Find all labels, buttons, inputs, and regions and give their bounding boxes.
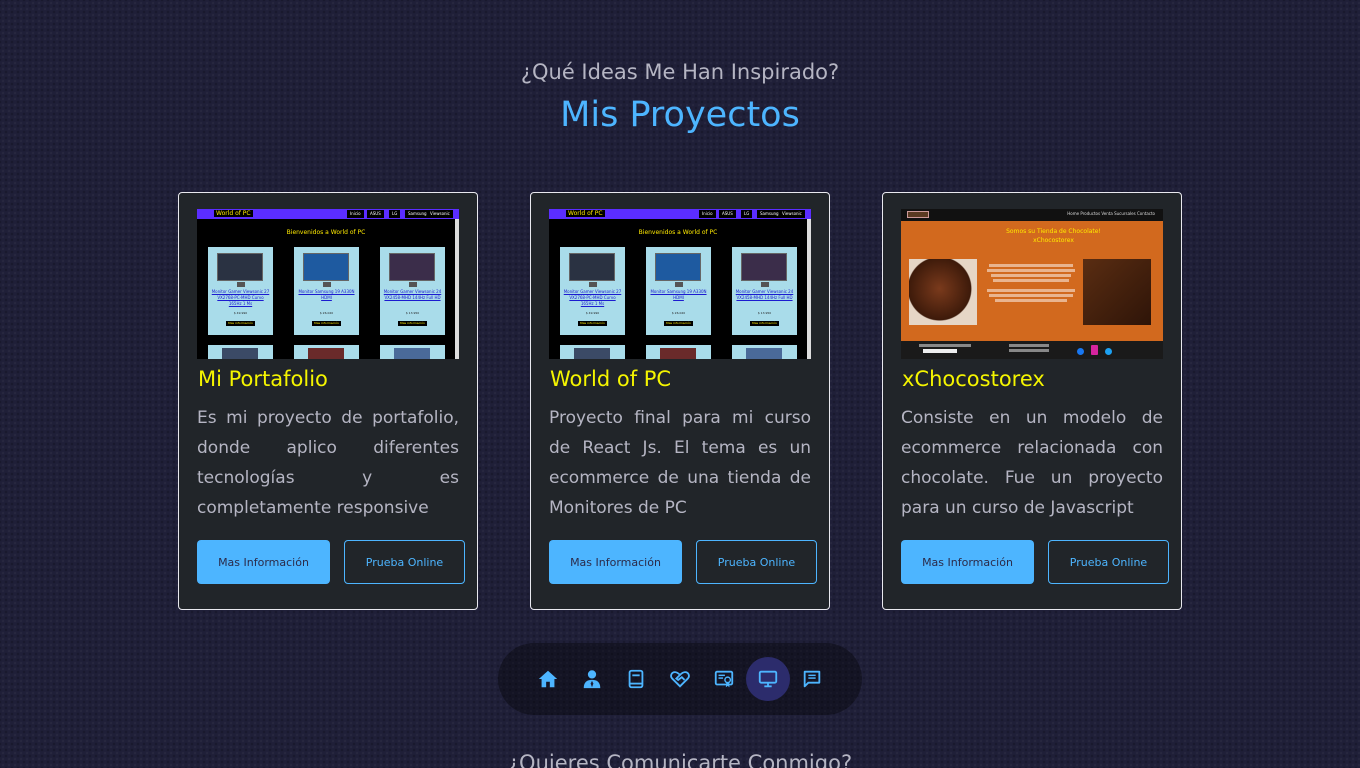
more-info-button[interactable]: Mas Información — [197, 540, 330, 584]
preview-footer — [901, 341, 1163, 359]
preview-menu-item: Viewsonic — [427, 210, 453, 218]
project-screenshot[interactable]: World of PC Inicio ASUS LG Samsung Views… — [549, 209, 811, 359]
preview-product-card: Monitor Gamer Viewsonic 27 VX2768-PC-MHD… — [560, 247, 625, 335]
project-title: xChocostorex — [902, 367, 1045, 391]
facebook-icon — [1077, 348, 1084, 355]
project-description: Es mi proyecto de portafolio, donde apli… — [197, 408, 459, 518]
nav-portfolio[interactable] — [746, 657, 790, 701]
certificate-icon — [714, 670, 734, 688]
live-demo-button[interactable]: Prueba Online — [696, 540, 817, 584]
preview-menu-item: Viewsonic — [779, 210, 805, 218]
projects-section-title: Mis Proyectos — [560, 95, 800, 135]
nav-about[interactable] — [570, 657, 614, 701]
preview-heading: Bienvenidos a World of PC — [638, 229, 718, 236]
monitor-image — [569, 253, 615, 287]
monitor-image — [303, 253, 349, 287]
preview-product-card: Monitor Gamer Viewsonic 24 VX2458-MHD 14… — [732, 247, 797, 335]
preview-brand: World of PC — [566, 210, 605, 217]
preview-menu-item: ASUS — [367, 210, 384, 218]
projects-section-subtitle: ¿Qué Ideas Me Han Inspirado? — [520, 60, 840, 84]
monitor-image — [389, 253, 435, 287]
project-description: Consiste en un modelo de ecommerce relac… — [901, 408, 1163, 518]
project-title: World of PC — [550, 367, 672, 391]
project-card-xchocostorex: Home Productos Venta Sucursales Contacto… — [882, 192, 1182, 610]
project-screenshot[interactable]: Home Productos Venta Sucursales Contacto… — [901, 209, 1163, 359]
live-demo-button[interactable]: Prueba Online — [344, 540, 465, 584]
more-info-button[interactable]: Mas Información — [549, 540, 682, 584]
preview-brand: World of PC — [214, 210, 253, 217]
floating-nav — [498, 643, 862, 715]
preview-menu-item: LG — [389, 210, 401, 218]
twitter-icon — [1105, 348, 1112, 355]
monitor-image — [655, 253, 701, 287]
preview-heading: Somos su Tienda de Chocolate! xChocostor… — [1006, 228, 1101, 244]
book-icon — [628, 669, 644, 689]
contact-section-subtitle: ¿Quieres Comunicarte Conmigo? — [507, 751, 853, 768]
project-title: Mi Portafolio — [198, 367, 328, 391]
nav-contact[interactable] — [790, 657, 834, 701]
preview-menu-item: Samsung — [757, 210, 782, 218]
preview-product-card: Monitor Samsung 19 A330N HDMI $ 26.020 M… — [294, 247, 359, 335]
chocolate-bar-image — [1083, 259, 1151, 325]
preview-logo — [907, 211, 929, 218]
nav-services[interactable] — [658, 657, 702, 701]
project-card-world-of-pc: World of PC Inicio ASUS LG Samsung Views… — [530, 192, 830, 610]
instagram-icon — [1091, 345, 1098, 355]
live-demo-button[interactable]: Prueba Online — [1048, 540, 1169, 584]
heart-handshake-icon — [670, 671, 690, 688]
user-icon — [583, 670, 601, 689]
monitor-icon — [758, 670, 778, 688]
message-icon — [803, 670, 821, 688]
more-info-button[interactable]: Mas Información — [901, 540, 1034, 584]
preview-menu-item: LG — [741, 210, 753, 218]
home-icon — [538, 670, 558, 688]
preview-menu-item: Samsung — [405, 210, 430, 218]
project-screenshot[interactable]: World of PC Inicio ASUS LG Samsung Views… — [197, 209, 459, 359]
monitor-image — [741, 253, 787, 287]
project-card-portfolio: World of PC Inicio ASUS LG Samsung Views… — [178, 192, 478, 610]
project-description: Proyecto final para mi curso de React Js… — [549, 408, 811, 518]
chocolate-image — [909, 259, 977, 325]
nav-home[interactable] — [526, 657, 570, 701]
preview-menu-item: ASUS — [719, 210, 736, 218]
preview-menu-item: Inicio — [699, 210, 716, 218]
preview-menu: Home Productos Venta Sucursales Contacto — [1067, 211, 1155, 216]
preview-product-card: Monitor Samsung 19 A330N HDMI $ 26.020 M… — [646, 247, 711, 335]
preview-product-card: Monitor Gamer Viewsonic 24 VX2458-MHD 14… — [380, 247, 445, 335]
monitor-image — [217, 253, 263, 287]
preview-product-card: Monitor Gamer Viewsonic 27 VX2768-PC-MHD… — [208, 247, 273, 335]
nav-experience[interactable] — [614, 657, 658, 701]
preview-heading: Bienvenidos a World of PC — [286, 229, 366, 236]
preview-menu-item: Inicio — [347, 210, 364, 218]
nav-certificates[interactable] — [702, 657, 746, 701]
